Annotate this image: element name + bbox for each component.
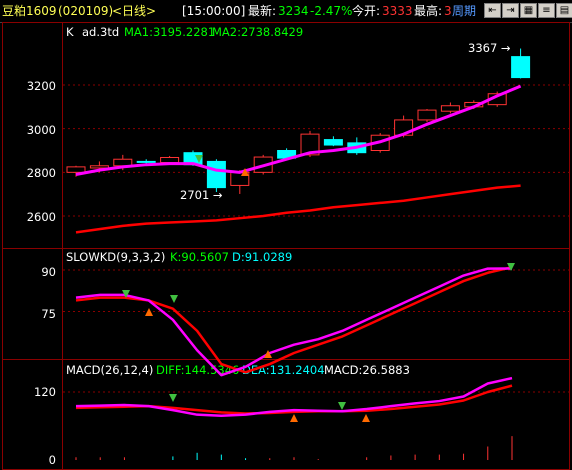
tick-label-120: 120	[34, 385, 56, 399]
extreme-markers: 3367 → 2701 →	[180, 41, 511, 202]
candle-body	[440, 105, 460, 112]
candle-body	[323, 139, 343, 146]
macd-histogram	[75, 436, 513, 460]
ma2-line	[75, 184, 521, 234]
high-marker: 3367 →	[468, 41, 511, 55]
candle-body	[89, 165, 109, 169]
chart-area[interactable]: 3200 3000 2800 2600 90 75 120 0 K ad.3td…	[0, 22, 572, 470]
change-value: -2.47%	[310, 4, 353, 18]
symbol-code: (020109)	[58, 4, 114, 18]
tick-label-0: 0	[49, 453, 56, 467]
tick-label-3000: 3000	[27, 123, 56, 137]
first-page-icon[interactable]: ⇤	[484, 3, 501, 18]
main-legend: K ad.3td MA1:3195.2281 MA2:2738.8429	[66, 25, 303, 39]
kd-legend: SLOWKD(9,3,3,2) K:90.5607 D:91.0289	[66, 250, 292, 264]
high-value: 3	[444, 4, 452, 18]
menu-icon[interactable]: ▤	[556, 3, 572, 18]
kd-k-label: K:90.5607	[170, 250, 229, 264]
time-label: [15:00:00]	[182, 4, 246, 18]
legend-ad: ad.3td	[82, 25, 119, 39]
kd-y-ticks: 90 75	[41, 265, 56, 321]
buy-arrow-icon	[290, 414, 298, 422]
title-bar: 豆粕1609 (020109) <日线> [15:00:00] 最新: 3234…	[0, 0, 572, 23]
sell-arrow-icon	[338, 402, 346, 410]
grid-layout-icon[interactable]: ▦	[520, 3, 537, 18]
open-label: 今开:	[352, 4, 381, 18]
kd-panel-frame	[2, 248, 570, 360]
tick-label-2800: 2800	[27, 166, 56, 180]
candle-body	[206, 160, 226, 189]
latest-label: 最新:	[248, 4, 277, 18]
panel-frames	[2, 22, 570, 470]
macd-y-ticks: 120 0	[34, 385, 56, 467]
tick-label-3200: 3200	[27, 79, 56, 93]
buy-arrow-icon	[145, 308, 153, 316]
main-panel-frame	[2, 22, 570, 249]
list-icon[interactable]: ≡	[538, 3, 555, 18]
macd-value-label: MACD:26.5883	[324, 363, 410, 377]
candle-body	[511, 56, 531, 79]
legend-ma2: MA2:2738.8429	[212, 25, 303, 39]
buy-arrow-icon	[264, 350, 272, 358]
tick-label-2600: 2600	[27, 210, 56, 224]
kd-title: SLOWKD(9,3,3,2)	[66, 250, 165, 264]
legend-ma1: MA1:3195.2281	[124, 25, 215, 39]
cycle-tab[interactable]: 周期	[452, 4, 476, 18]
last-page-icon[interactable]: ⇥	[502, 3, 519, 18]
macd-title: MACD(26,12,4)	[66, 363, 153, 377]
period-label[interactable]: <日线>	[112, 4, 156, 18]
high-label: 最高:	[414, 4, 443, 18]
macd-diff-line	[75, 376, 513, 418]
tick-label-90: 90	[41, 265, 56, 279]
buy-arrow-icon	[362, 414, 370, 422]
candle-body	[136, 160, 156, 163]
kd-d-label: D:91.0289	[232, 250, 292, 264]
symbol-name: 豆粕1609	[2, 4, 57, 18]
candle-body	[66, 166, 86, 173]
sell-arrow-icon	[169, 394, 177, 402]
legend-k: K	[66, 25, 74, 39]
low-marker: 2701 →	[180, 188, 223, 202]
open-value: 3333	[382, 4, 413, 18]
candle-body	[160, 156, 180, 164]
tick-label-75: 75	[41, 307, 56, 321]
main-y-ticks: 3200 3000 2800 2600	[27, 79, 56, 224]
latest-value: 3234	[278, 4, 309, 18]
sell-arrow-icon	[170, 295, 178, 303]
candle-body	[417, 109, 437, 121]
